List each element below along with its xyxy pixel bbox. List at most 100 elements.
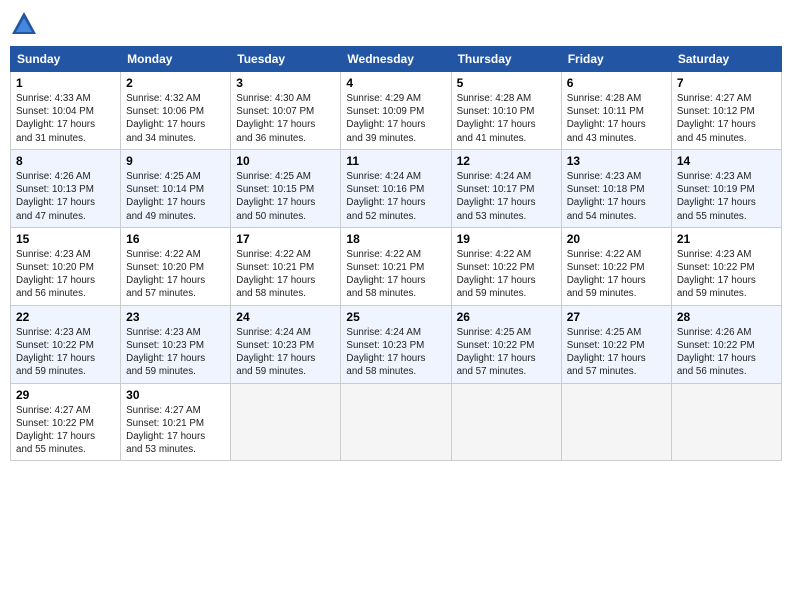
day-number: 12 xyxy=(457,154,556,168)
day-number: 5 xyxy=(457,76,556,90)
day-info: Sunrise: 4:28 AM Sunset: 10:10 PM Daylig… xyxy=(457,92,556,145)
day-number: 14 xyxy=(677,154,776,168)
calendar-cell: 2Sunrise: 4:32 AM Sunset: 10:06 PM Dayli… xyxy=(121,72,231,150)
day-info: Sunrise: 4:22 AM Sunset: 10:22 PM Daylig… xyxy=(567,248,666,301)
day-info: Sunrise: 4:32 AM Sunset: 10:06 PM Daylig… xyxy=(126,92,225,145)
day-number: 22 xyxy=(16,310,115,324)
day-info: Sunrise: 4:25 AM Sunset: 10:22 PM Daylig… xyxy=(457,326,556,379)
calendar-cell: 28 Sunrise: 4:26 AM Sunset: 10:22 PM Dayl… xyxy=(671,305,781,383)
day-info: Sunrise: 4:24 AM Sunset: 10:16 PM Daylig… xyxy=(346,170,445,223)
calendar-cell: 15 Sunrise: 4:23 AM Sunset: 10:20 PM Dayl… xyxy=(11,227,121,305)
day-info: Sunrise: 4:24 AM Sunset: 10:23 PM Daylig… xyxy=(346,326,445,379)
day-info: Sunrise: 4:25 AM Sunset: 10:22 PM Daylig… xyxy=(567,326,666,379)
calendar-week-row: 15 Sunrise: 4:23 AM Sunset: 10:20 PM Dayl… xyxy=(11,227,782,305)
calendar-cell: 4Sunrise: 4:29 AM Sunset: 10:09 PM Dayli… xyxy=(341,72,451,150)
day-number: 16 xyxy=(126,232,225,246)
calendar-cell: 5 Sunrise: 4:28 AM Sunset: 10:10 PM Dayli… xyxy=(451,72,561,150)
day-info: Sunrise: 4:24 AM Sunset: 10:23 PM Daylig… xyxy=(236,326,335,379)
calendar-cell: 13 Sunrise: 4:23 AM Sunset: 10:18 PM Dayl… xyxy=(561,149,671,227)
day-number: 28 xyxy=(677,310,776,324)
day-info: Sunrise: 4:25 AM Sunset: 10:14 PM Daylig… xyxy=(126,170,225,223)
calendar-header-saturday: Saturday xyxy=(671,47,781,72)
day-number: 10 xyxy=(236,154,335,168)
day-info: Sunrise: 4:27 AM Sunset: 10:12 PM Daylig… xyxy=(677,92,776,145)
day-number: 11 xyxy=(346,154,445,168)
day-number: 27 xyxy=(567,310,666,324)
calendar-cell: 11 Sunrise: 4:24 AM Sunset: 10:16 PM Dayl… xyxy=(341,149,451,227)
page: SundayMondayTuesdayWednesdayThursdayFrid… xyxy=(0,0,792,612)
day-info: Sunrise: 4:25 AM Sunset: 10:15 PM Daylig… xyxy=(236,170,335,223)
calendar-cell: 8Sunrise: 4:26 AM Sunset: 10:13 PM Dayli… xyxy=(11,149,121,227)
day-info: Sunrise: 4:23 AM Sunset: 10:19 PM Daylig… xyxy=(677,170,776,223)
calendar-cell: 26 Sunrise: 4:25 AM Sunset: 10:22 PM Dayl… xyxy=(451,305,561,383)
calendar-cell: 10 Sunrise: 4:25 AM Sunset: 10:15 PM Dayl… xyxy=(231,149,341,227)
calendar-header-monday: Monday xyxy=(121,47,231,72)
day-info: Sunrise: 4:27 AM Sunset: 10:22 PM Daylig… xyxy=(16,404,115,457)
calendar-cell: 22 Sunrise: 4:23 AM Sunset: 10:22 PM Dayl… xyxy=(11,305,121,383)
day-number: 8 xyxy=(16,154,115,168)
calendar-cell: 18Sunrise: 4:22 AM Sunset: 10:21 PM Dayl… xyxy=(341,227,451,305)
logo-icon xyxy=(10,10,38,38)
day-number: 26 xyxy=(457,310,556,324)
calendar-cell: 9Sunrise: 4:25 AM Sunset: 10:14 PM Dayli… xyxy=(121,149,231,227)
day-info: Sunrise: 4:33 AM Sunset: 10:04 PM Daylig… xyxy=(16,92,115,145)
calendar-cell: 12 Sunrise: 4:24 AM Sunset: 10:17 PM Dayl… xyxy=(451,149,561,227)
day-info: Sunrise: 4:27 AM Sunset: 10:21 PM Daylig… xyxy=(126,404,225,457)
day-info: Sunrise: 4:23 AM Sunset: 10:22 PM Daylig… xyxy=(677,248,776,301)
calendar-cell: 29 Sunrise: 4:27 AM Sunset: 10:22 PM Dayl… xyxy=(11,383,121,461)
day-info: Sunrise: 4:23 AM Sunset: 10:23 PM Daylig… xyxy=(126,326,225,379)
calendar-cell xyxy=(451,383,561,461)
calendar-cell: 25 Sunrise: 4:24 AM Sunset: 10:23 PM Dayl… xyxy=(341,305,451,383)
calendar-cell: 14 Sunrise: 4:23 AM Sunset: 10:19 PM Dayl… xyxy=(671,149,781,227)
calendar-week-row: 22 Sunrise: 4:23 AM Sunset: 10:22 PM Dayl… xyxy=(11,305,782,383)
calendar-cell: 21 Sunrise: 4:23 AM Sunset: 10:22 PM Dayl… xyxy=(671,227,781,305)
day-number: 19 xyxy=(457,232,556,246)
day-info: Sunrise: 4:22 AM Sunset: 10:22 PM Daylig… xyxy=(457,248,556,301)
calendar-cell: 27 Sunrise: 4:25 AM Sunset: 10:22 PM Dayl… xyxy=(561,305,671,383)
calendar-cell: 19 Sunrise: 4:22 AM Sunset: 10:22 PM Dayl… xyxy=(451,227,561,305)
calendar-header-sunday: Sunday xyxy=(11,47,121,72)
day-info: Sunrise: 4:23 AM Sunset: 10:18 PM Daylig… xyxy=(567,170,666,223)
day-number: 21 xyxy=(677,232,776,246)
day-number: 24 xyxy=(236,310,335,324)
day-info: Sunrise: 4:23 AM Sunset: 10:20 PM Daylig… xyxy=(16,248,115,301)
calendar-week-row: 8Sunrise: 4:26 AM Sunset: 10:13 PM Dayli… xyxy=(11,149,782,227)
calendar-week-row: 29 Sunrise: 4:27 AM Sunset: 10:22 PM Dayl… xyxy=(11,383,782,461)
calendar-cell: 1 Sunrise: 4:33 AM Sunset: 10:04 PM Dayli… xyxy=(11,72,121,150)
day-number: 23 xyxy=(126,310,225,324)
day-number: 4 xyxy=(346,76,445,90)
day-number: 17 xyxy=(236,232,335,246)
day-number: 13 xyxy=(567,154,666,168)
calendar-cell: 7Sunrise: 4:27 AM Sunset: 10:12 PM Dayli… xyxy=(671,72,781,150)
day-number: 6 xyxy=(567,76,666,90)
calendar-cell: 23 Sunrise: 4:23 AM Sunset: 10:23 PM Dayl… xyxy=(121,305,231,383)
calendar-cell: 24 Sunrise: 4:24 AM Sunset: 10:23 PM Dayl… xyxy=(231,305,341,383)
calendar-cell xyxy=(231,383,341,461)
header xyxy=(10,10,782,38)
day-number: 20 xyxy=(567,232,666,246)
day-info: Sunrise: 4:26 AM Sunset: 10:22 PM Daylig… xyxy=(677,326,776,379)
calendar-header-thursday: Thursday xyxy=(451,47,561,72)
calendar-cell: 16 Sunrise: 4:22 AM Sunset: 10:20 PM Dayl… xyxy=(121,227,231,305)
calendar-cell xyxy=(561,383,671,461)
calendar-cell: 6Sunrise: 4:28 AM Sunset: 10:11 PM Dayli… xyxy=(561,72,671,150)
calendar-header-friday: Friday xyxy=(561,47,671,72)
day-info: Sunrise: 4:30 AM Sunset: 10:07 PM Daylig… xyxy=(236,92,335,145)
calendar-cell xyxy=(341,383,451,461)
day-number: 15 xyxy=(16,232,115,246)
day-number: 29 xyxy=(16,388,115,402)
day-number: 1 xyxy=(16,76,115,90)
calendar-header-tuesday: Tuesday xyxy=(231,47,341,72)
calendar-cell: 20 Sunrise: 4:22 AM Sunset: 10:22 PM Dayl… xyxy=(561,227,671,305)
calendar-header-wednesday: Wednesday xyxy=(341,47,451,72)
day-number: 25 xyxy=(346,310,445,324)
calendar: SundayMondayTuesdayWednesdayThursdayFrid… xyxy=(10,46,782,461)
day-info: Sunrise: 4:24 AM Sunset: 10:17 PM Daylig… xyxy=(457,170,556,223)
calendar-cell xyxy=(671,383,781,461)
calendar-cell: 3Sunrise: 4:30 AM Sunset: 10:07 PM Dayli… xyxy=(231,72,341,150)
day-info: Sunrise: 4:22 AM Sunset: 10:21 PM Daylig… xyxy=(346,248,445,301)
day-info: Sunrise: 4:22 AM Sunset: 10:20 PM Daylig… xyxy=(126,248,225,301)
day-info: Sunrise: 4:23 AM Sunset: 10:22 PM Daylig… xyxy=(16,326,115,379)
calendar-header-row: SundayMondayTuesdayWednesdayThursdayFrid… xyxy=(11,47,782,72)
day-number: 30 xyxy=(126,388,225,402)
